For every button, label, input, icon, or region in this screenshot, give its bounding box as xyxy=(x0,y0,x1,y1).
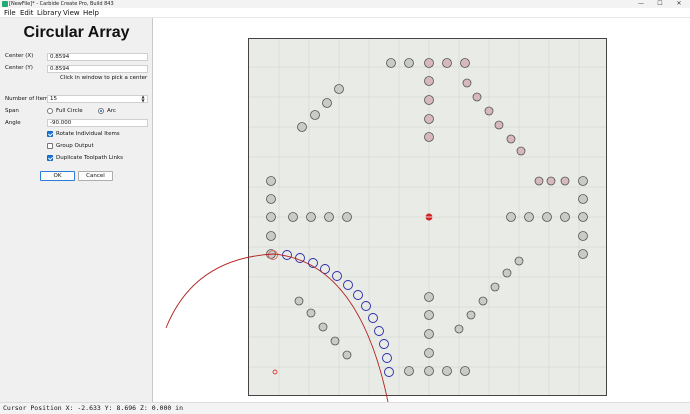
center-x-label: Center (X) xyxy=(5,53,34,59)
cancel-button[interactable]: Cancel xyxy=(78,171,113,181)
center-y-input[interactable]: 0.8594 xyxy=(47,65,148,73)
minimize-button[interactable]: — xyxy=(632,0,650,8)
span-full-label: Full Circle xyxy=(56,108,83,114)
rotate-items-checkbox[interactable] xyxy=(47,131,53,137)
app-logo-icon xyxy=(2,1,8,7)
arc-guide xyxy=(165,253,389,402)
duplicate-links-checkbox[interactable] xyxy=(47,155,53,161)
duplicate-links-label: Duplicate Toolpath Links xyxy=(56,155,124,161)
close-button[interactable]: ✕ xyxy=(670,0,688,8)
span-label: Span xyxy=(5,108,19,114)
menu-edit[interactable]: Edit xyxy=(20,9,34,18)
center-pick-hint: Click in window to pick a center xyxy=(60,75,148,81)
app-window: [NewFile]* - Carbide Create Pro, Build 8… xyxy=(0,0,690,414)
span-arc-radio[interactable] xyxy=(98,108,104,114)
window-title: [NewFile]* - Carbide Create Pro, Build 8… xyxy=(9,1,114,7)
circular-array-panel: Circular Array Center (X) 0.8594 Center … xyxy=(0,18,153,402)
group-output-label: Group Output xyxy=(56,143,94,149)
rotate-items-label: Rotate Individual Items xyxy=(56,131,120,137)
center-x-input[interactable]: 0.8594 xyxy=(47,53,148,61)
menu-bar: File Edit Library View Help xyxy=(0,8,690,18)
angle-input[interactable]: -90.000 xyxy=(47,119,148,127)
angle-label: Angle xyxy=(5,120,21,126)
menu-library[interactable]: Library xyxy=(37,9,61,18)
ok-button[interactable]: OK xyxy=(40,171,75,181)
span-full-radio[interactable] xyxy=(47,108,53,114)
group-output-checkbox[interactable] xyxy=(47,143,53,149)
menu-view[interactable]: View xyxy=(63,9,80,18)
maximize-button[interactable]: ☐ xyxy=(651,0,669,8)
panel-title: Circular Array xyxy=(23,24,130,41)
items-spinner-icon[interactable]: ▲ ▼ xyxy=(139,95,147,103)
items-label: Number of Items xyxy=(5,96,52,102)
title-bar: [NewFile]* - Carbide Create Pro, Build 8… xyxy=(0,0,690,8)
center-y-label: Center (Y) xyxy=(5,65,33,71)
menu-file[interactable]: File xyxy=(4,9,16,18)
menu-help[interactable]: Help xyxy=(83,9,99,18)
span-arc-label: Arc xyxy=(107,108,116,114)
items-input[interactable]: 15 xyxy=(47,95,148,103)
status-bar: Cursor Position X: -2.633 Y: 8.696 Z: 0.… xyxy=(0,402,690,414)
